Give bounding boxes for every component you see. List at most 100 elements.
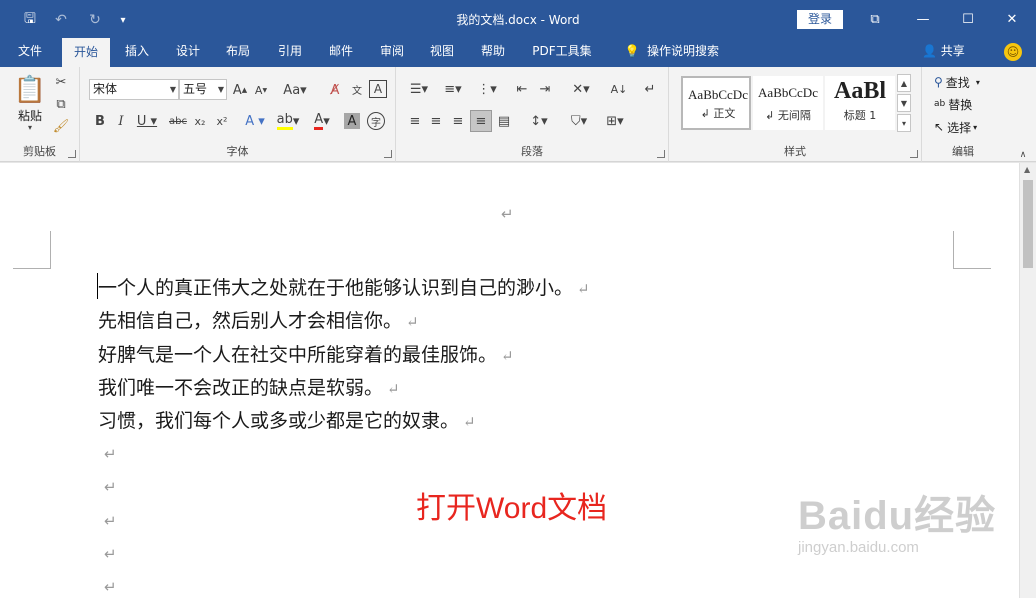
- highlight-color-icon[interactable]: ab ▾: [274, 111, 302, 131]
- chinese-layout-icon[interactable]: ✕▾: [566, 79, 596, 99]
- superscript-icon[interactable]: x²: [213, 111, 231, 131]
- tab-insert[interactable]: 插入: [116, 38, 158, 67]
- tab-file[interactable]: 文件: [8, 38, 52, 67]
- document-line[interactable]: 习惯，我们每个人或多或少都是它的奴隶。 ↵: [98, 406, 476, 433]
- minimize-button[interactable]: —: [899, 0, 947, 38]
- enclose-characters-icon[interactable]: 字: [367, 112, 385, 130]
- distributed-icon[interactable]: ▤: [494, 111, 514, 131]
- styles-scroll-down-icon[interactable]: ▼: [897, 94, 911, 112]
- clipboard-launcher-icon[interactable]: [68, 150, 76, 158]
- document-line[interactable]: 我们唯一不会改正的缺点是软弱。 ↵: [98, 373, 400, 400]
- title-bar: 🖫 ↶ ↻ ▾ 我的文档.docx - Word 登录 ⧉ — ☐ ✕: [0, 0, 1036, 38]
- subscript-icon[interactable]: x₂: [191, 111, 209, 131]
- chevron-down-icon: ▾: [975, 77, 980, 87]
- paragraph-launcher-icon[interactable]: [657, 150, 665, 158]
- numbering-icon[interactable]: ≡▾: [438, 79, 468, 99]
- lightbulb-icon: 💡: [624, 44, 640, 58]
- vertical-scrollbar[interactable]: ▲: [1019, 163, 1036, 598]
- share-button[interactable]: 👤 共享: [922, 38, 965, 67]
- scrollbar-thumb[interactable]: [1023, 180, 1033, 268]
- empty-paragraph-mark: ↵: [104, 578, 117, 596]
- text-effects-icon[interactable]: A ▾: [242, 111, 268, 131]
- align-right-icon[interactable]: ≡: [448, 111, 468, 131]
- shrink-font-icon[interactable]: A ▼: [252, 80, 270, 100]
- font-size-combo[interactable]: 五号 ▼: [179, 79, 227, 100]
- find-button[interactable]: ⚲ 查找 ▾: [934, 73, 994, 91]
- sort-icon[interactable]: A↓: [608, 79, 630, 99]
- paste-dropdown-icon[interactable]: ▾: [22, 122, 38, 132]
- paragraph-mark: ↵: [406, 313, 419, 331]
- style-normal[interactable]: AaBbCcDc ↲ 正文: [681, 76, 751, 130]
- character-shading-icon[interactable]: A: [344, 113, 360, 129]
- paste-icon[interactable]: 📋: [12, 73, 48, 107]
- tab-help[interactable]: 帮助: [472, 38, 514, 67]
- italic-icon[interactable]: I: [113, 111, 129, 131]
- show-hide-marks-icon[interactable]: ↵: [640, 79, 660, 99]
- styles-group-label: 样式: [784, 145, 806, 158]
- align-center-icon[interactable]: ≡: [426, 111, 446, 131]
- feedback-smiley-icon[interactable]: ☺: [1004, 43, 1022, 61]
- change-case-icon[interactable]: Aa▾: [279, 80, 311, 100]
- justify-icon[interactable]: ≡: [470, 110, 492, 132]
- paste-label[interactable]: 粘贴: [12, 107, 48, 123]
- bold-icon[interactable]: B: [92, 111, 108, 131]
- font-launcher-icon[interactable]: [384, 150, 392, 158]
- chevron-down-icon: ▼: [169, 85, 176, 94]
- tab-references[interactable]: 引用: [269, 38, 311, 67]
- tab-pdf-tools[interactable]: PDF工具集: [527, 38, 597, 67]
- line-text: 我们唯一不会改正的缺点是软弱。: [98, 377, 384, 399]
- empty-paragraph-mark: ↵: [104, 512, 117, 530]
- replace-button[interactable]: ab 替换: [934, 95, 994, 113]
- align-left-icon[interactable]: ≡: [405, 111, 425, 131]
- style-no-spacing[interactable]: AaBbCcDc ↲ 无间隔: [753, 76, 823, 130]
- paragraph-group-label: 段落: [521, 145, 543, 158]
- editing-group-label: 编辑: [952, 145, 974, 158]
- select-button[interactable]: ↖ 选择 ▾: [934, 118, 994, 136]
- document-line[interactable]: 先相信自己，然后别人才会相信你。 ↵: [98, 306, 419, 333]
- shading-icon[interactable]: ⛉▾: [564, 111, 594, 131]
- character-border-icon[interactable]: A: [369, 80, 387, 98]
- tab-home[interactable]: 开始: [62, 38, 110, 67]
- bullets-icon[interactable]: ☰▾: [404, 79, 434, 99]
- decrease-indent-icon[interactable]: ⇤: [512, 79, 532, 99]
- ribbon-display-options-icon[interactable]: ⧉: [851, 0, 899, 38]
- grow-font-icon[interactable]: A ▲: [231, 80, 249, 100]
- close-button[interactable]: ✕: [988, 0, 1036, 38]
- tab-layout[interactable]: 布局: [217, 38, 259, 67]
- cut-icon[interactable]: ✂: [52, 73, 70, 91]
- watermark-main: Baidu经验: [798, 494, 997, 538]
- font-name-combo[interactable]: 宋体 ▼: [89, 79, 179, 100]
- strikethrough-icon[interactable]: abc: [168, 111, 188, 131]
- tab-design[interactable]: 设计: [167, 38, 209, 67]
- style-heading-1-name: 标题 1: [843, 109, 877, 122]
- tab-view[interactable]: 视图: [421, 38, 463, 67]
- document-page[interactable]: ↵ 一个人的真正伟大之处就在于他能够认识到自己的渺小。 ↵ 先相信自己，然后别人才…: [0, 163, 1019, 598]
- paragraph-mark: ↵: [463, 413, 476, 431]
- login-button[interactable]: 登录: [797, 10, 843, 29]
- increase-indent-icon[interactable]: ⇥: [535, 79, 555, 99]
- editing-group: ⚲ 查找 ▾ ab 替换 ↖ 选择 ▾ 编辑: [922, 67, 1004, 162]
- style-heading-1[interactable]: AaBl 标题 1: [825, 76, 895, 130]
- line-spacing-icon[interactable]: ↕▾: [524, 111, 554, 131]
- phonetic-guide-icon[interactable]: 文: [347, 78, 367, 100]
- styles-scroll-up-icon[interactable]: ▲: [897, 74, 911, 92]
- tab-mailings[interactable]: 邮件: [320, 38, 362, 67]
- multilevel-list-icon[interactable]: ⋮▾: [472, 79, 502, 99]
- styles-launcher-icon[interactable]: [910, 150, 918, 158]
- collapse-ribbon-icon[interactable]: ∧: [1016, 149, 1030, 161]
- font-color-icon[interactable]: A ▾: [308, 111, 336, 131]
- select-label: 选择: [947, 120, 972, 135]
- tab-review[interactable]: 审阅: [371, 38, 413, 67]
- line-text: 习惯，我们每个人或多或少都是它的奴隶。: [98, 410, 460, 432]
- underline-icon[interactable]: U ▾: [134, 111, 160, 131]
- tell-me-search[interactable]: 操作说明搜索: [642, 38, 724, 67]
- clear-formatting-icon[interactable]: A̸: [325, 80, 345, 100]
- borders-icon[interactable]: ⊞▾: [600, 111, 630, 131]
- maximize-button[interactable]: ☐: [944, 0, 992, 38]
- copy-icon[interactable]: ⧉: [52, 95, 70, 113]
- document-line[interactable]: 好脾气是一个人在社交中所能穿着的最佳服饰。 ↵: [98, 340, 514, 367]
- scroll-up-icon[interactable]: ▲: [1024, 165, 1030, 174]
- styles-more-icon[interactable]: ▾: [897, 114, 911, 132]
- format-painter-icon[interactable]: 🖌: [52, 117, 70, 135]
- document-line[interactable]: 一个人的真正伟大之处就在于他能够认识到自己的渺小。 ↵: [98, 273, 590, 300]
